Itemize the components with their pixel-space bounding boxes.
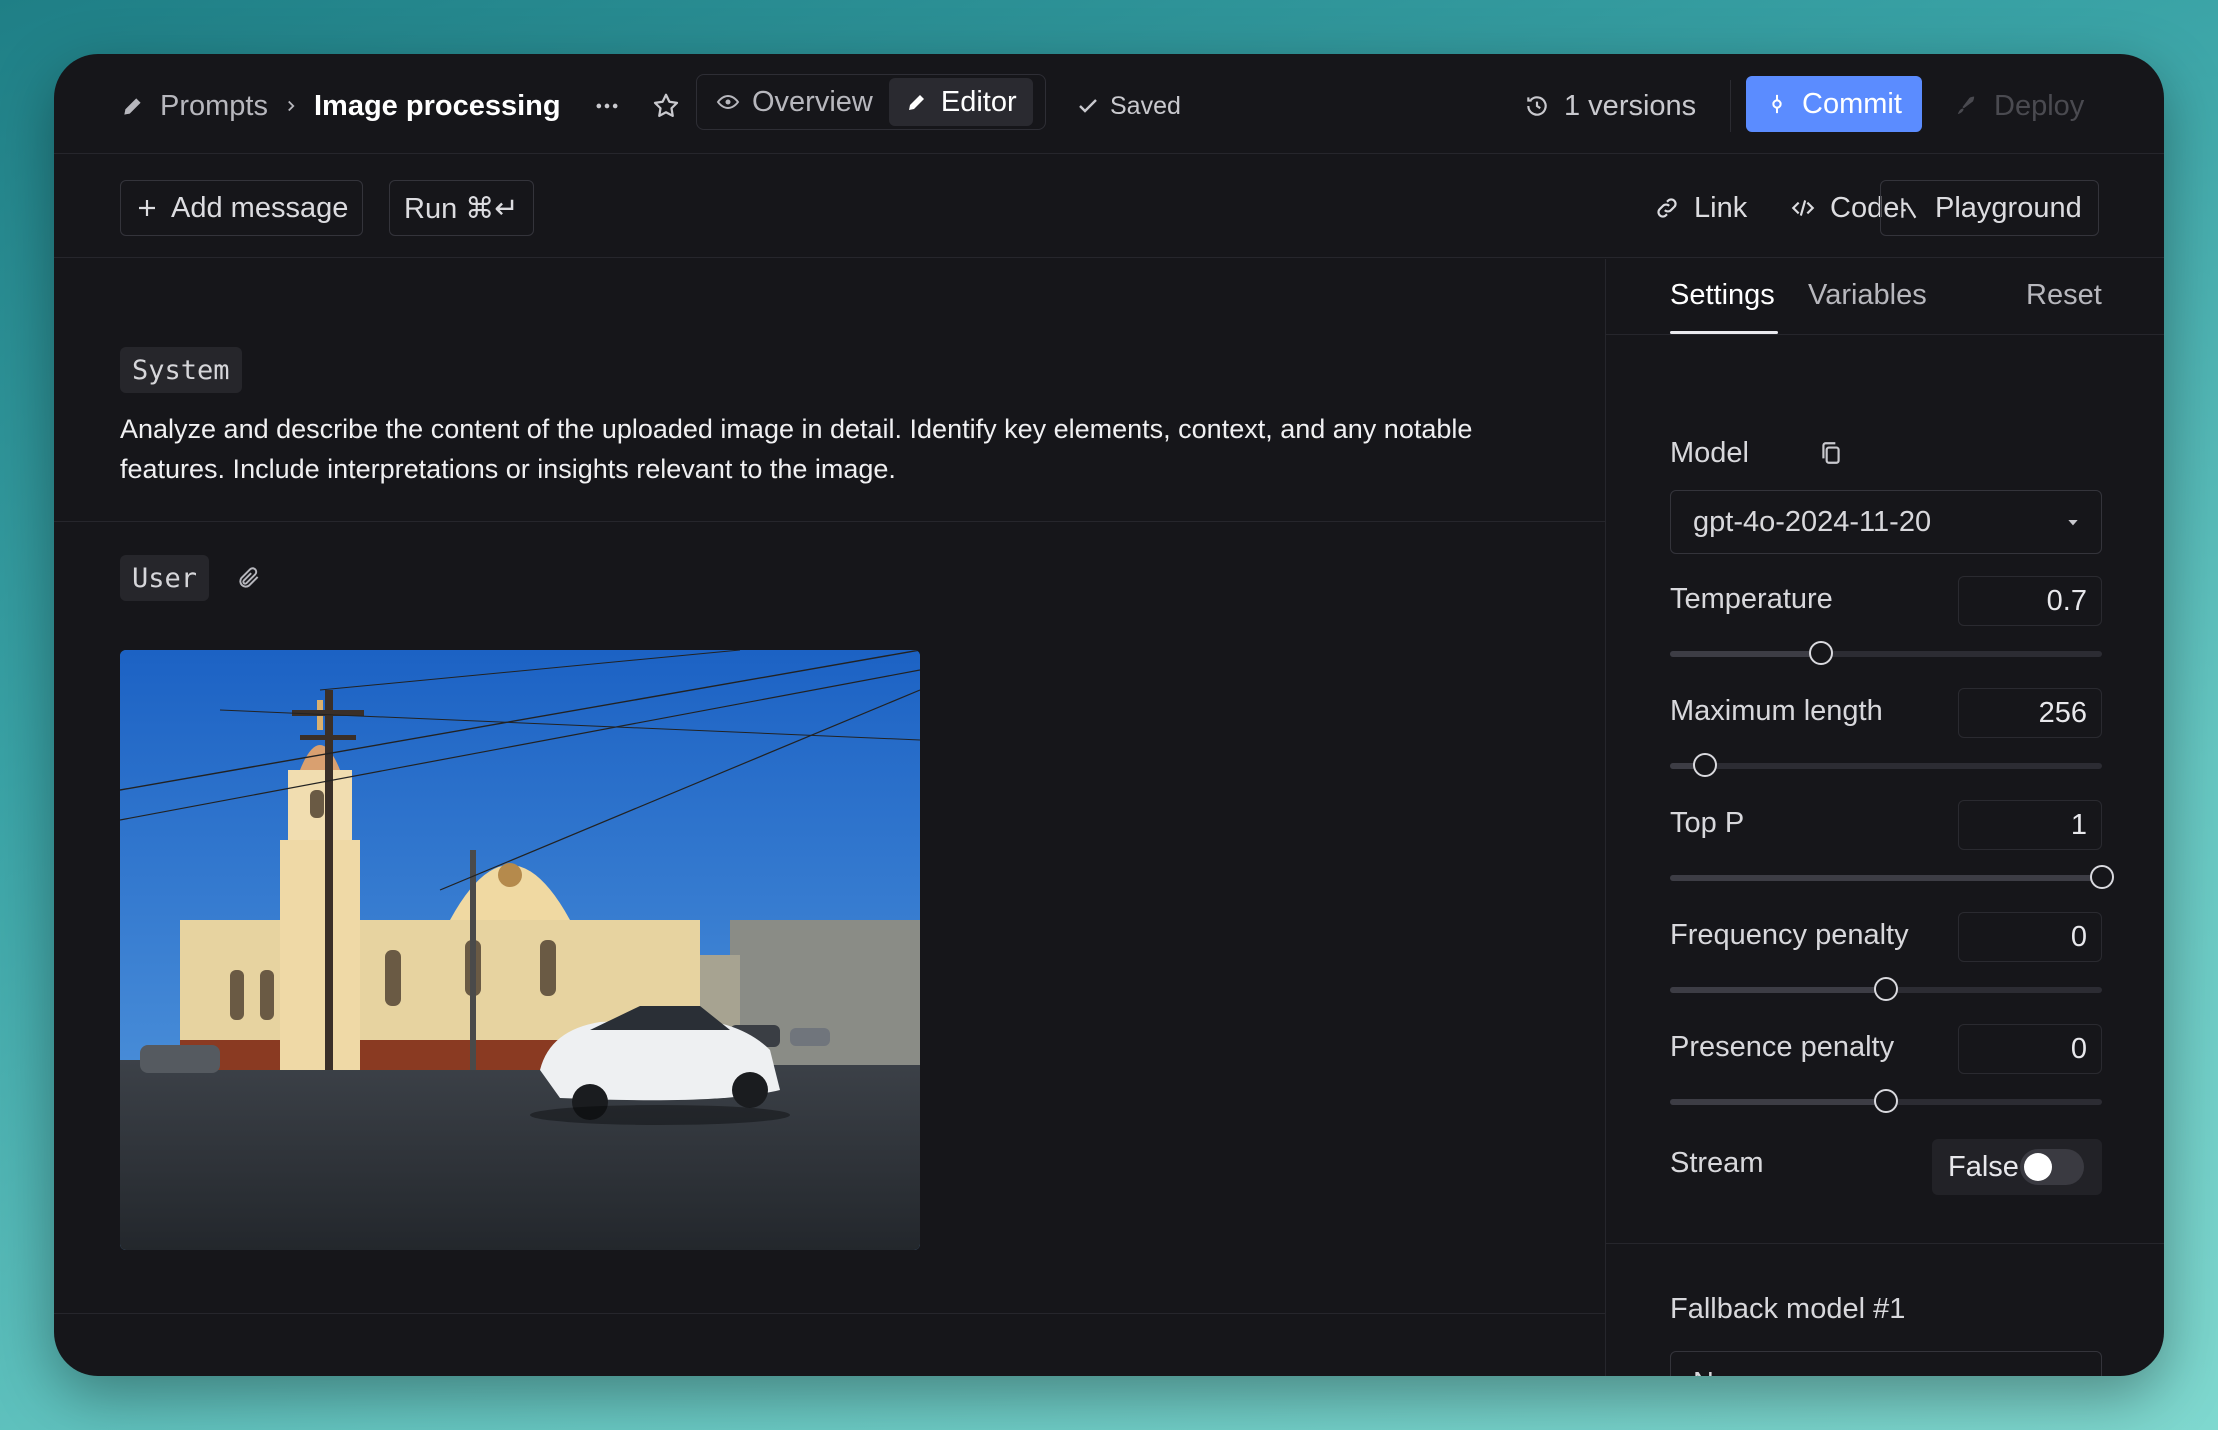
tab-editor[interactable]: Editor bbox=[888, 78, 1033, 126]
saved-label: Saved bbox=[1110, 91, 1181, 120]
versions-label: 1 versions bbox=[1564, 89, 1697, 122]
versions-button[interactable]: 1 versions bbox=[1524, 84, 1696, 128]
frequency-penalty-slider-handle[interactable] bbox=[1874, 977, 1898, 1001]
tab-settings[interactable]: Settings bbox=[1670, 279, 1775, 312]
uploaded-image[interactable] bbox=[120, 650, 920, 1250]
model-label: Model bbox=[1670, 437, 1749, 469]
add-message-button[interactable]: Add message bbox=[120, 180, 364, 236]
pencil-icon bbox=[120, 93, 146, 119]
breadcrumb: Prompts Image processing bbox=[120, 84, 681, 128]
add-message-label: Add message bbox=[171, 191, 349, 224]
temperature-slider-handle[interactable] bbox=[1809, 641, 1834, 665]
history-icon bbox=[1524, 93, 1550, 119]
temperature-input[interactable]: 0.7 bbox=[1958, 576, 2102, 626]
top-p-slider-fill bbox=[1670, 875, 2102, 881]
temperature-slider-fill bbox=[1670, 651, 1822, 657]
commit-button[interactable]: Commit bbox=[1746, 76, 1922, 132]
model-select[interactable]: gpt-4o-2024-11-20 bbox=[1670, 490, 2102, 554]
system-message-text[interactable]: Analyze and describe the content of the … bbox=[120, 409, 1560, 489]
commit-icon bbox=[1766, 91, 1788, 117]
stream-value: False bbox=[1948, 1150, 2019, 1183]
frequency-penalty-slider-fill bbox=[1670, 987, 1886, 993]
link-label: Link bbox=[1694, 191, 1748, 224]
tab-variables[interactable]: Variables bbox=[1808, 279, 1927, 312]
model-value: gpt-4o-2024-11-20 bbox=[1693, 505, 1932, 538]
stream-toggle[interactable]: False bbox=[1932, 1139, 2102, 1195]
tab-overview[interactable]: Overview bbox=[700, 78, 889, 126]
paperclip-icon[interactable] bbox=[236, 565, 262, 591]
deploy-button[interactable]: Deploy bbox=[1952, 84, 2084, 128]
system-role-badge[interactable]: System bbox=[120, 347, 242, 393]
caret-down-icon bbox=[2065, 1375, 2081, 1376]
playground-label: Playground bbox=[1935, 191, 2082, 224]
presence-penalty-label: Presence penalty bbox=[1670, 1031, 1895, 1063]
max-length-slider[interactable] bbox=[1670, 753, 2102, 777]
reset-button[interactable]: Reset bbox=[2026, 279, 2102, 312]
copy-icon[interactable] bbox=[1818, 439, 1844, 467]
frequency-penalty-label: Frequency penalty bbox=[1670, 919, 1909, 951]
presence-penalty-slider[interactable] bbox=[1670, 1089, 2102, 1113]
tab-editor-label: Editor bbox=[940, 85, 1017, 118]
app-window: Prompts Image processing Overview Editor bbox=[54, 54, 2164, 1376]
page-title: Image processing bbox=[313, 89, 561, 122]
playground-icon bbox=[1897, 195, 1923, 221]
fallback-model-value: None bbox=[1693, 1367, 1762, 1377]
top-p-slider-handle[interactable] bbox=[2090, 865, 2114, 889]
max-length-slider-handle[interactable] bbox=[1692, 753, 1717, 777]
stream-switch-knob bbox=[2024, 1153, 2052, 1181]
temperature-label: Temperature bbox=[1670, 583, 1833, 615]
top-p-input[interactable]: 1 bbox=[1958, 800, 2102, 850]
max-length-input[interactable]: 256 bbox=[1958, 688, 2102, 738]
link-icon bbox=[1654, 195, 1680, 221]
editor-bottom-divider bbox=[54, 1313, 1605, 1314]
stream-switch[interactable] bbox=[2020, 1149, 2084, 1185]
pencil-icon bbox=[905, 90, 929, 114]
playground-button[interactable]: Playground bbox=[1880, 180, 2099, 236]
commit-label: Commit bbox=[1802, 87, 1902, 120]
top-p-slider[interactable] bbox=[1670, 865, 2114, 889]
presence-penalty-slider-fill bbox=[1670, 1099, 1886, 1105]
star-icon[interactable] bbox=[651, 91, 681, 121]
stream-label: Stream bbox=[1670, 1147, 1764, 1179]
run-label: Run ⌘↵ bbox=[404, 192, 519, 225]
deploy-label: Deploy bbox=[1994, 89, 2085, 122]
eye-icon bbox=[716, 90, 740, 114]
caret-down-icon bbox=[2065, 514, 2081, 530]
frequency-penalty-input[interactable]: 0 bbox=[1958, 912, 2102, 962]
message-editor: System Analyze and describe the content … bbox=[54, 259, 1605, 1376]
run-button[interactable]: Run ⌘↵ bbox=[389, 180, 534, 236]
fallback-model-label: Fallback model #1 bbox=[1670, 1293, 1906, 1325]
top-p-label: Top P bbox=[1670, 807, 1745, 839]
link-button[interactable]: Link bbox=[1654, 184, 1747, 232]
check-icon bbox=[1076, 94, 1100, 118]
message-divider bbox=[54, 521, 1605, 522]
presence-penalty-input[interactable]: 0 bbox=[1958, 1024, 2102, 1074]
header-divider bbox=[1730, 80, 1731, 132]
breadcrumb-prompts-link[interactable]: Prompts bbox=[160, 90, 268, 123]
temperature-slider[interactable] bbox=[1670, 641, 2102, 665]
fallback-model-select[interactable]: None bbox=[1670, 1351, 2102, 1376]
settings-panel: Settings Variables Reset Model gpt-4o-20… bbox=[1606, 259, 2164, 1376]
code-icon bbox=[1790, 195, 1816, 221]
active-tab-indicator bbox=[1670, 331, 1778, 334]
more-options-icon[interactable] bbox=[593, 92, 621, 120]
chevron-right-icon bbox=[282, 97, 300, 115]
settings-divider bbox=[1606, 1243, 2164, 1244]
presence-penalty-slider-handle[interactable] bbox=[1874, 1089, 1898, 1113]
settings-tabs: Settings Variables Reset bbox=[1606, 259, 2164, 335]
rocket-icon bbox=[1952, 92, 1980, 120]
user-role-badge[interactable]: User bbox=[120, 555, 210, 601]
tab-overview-label: Overview bbox=[752, 85, 873, 118]
plus-icon bbox=[135, 196, 159, 220]
saved-status: Saved bbox=[1076, 84, 1181, 128]
frequency-penalty-slider[interactable] bbox=[1670, 977, 2102, 1001]
view-switcher: Overview Editor bbox=[696, 74, 1046, 130]
max-length-label: Maximum length bbox=[1670, 695, 1883, 727]
